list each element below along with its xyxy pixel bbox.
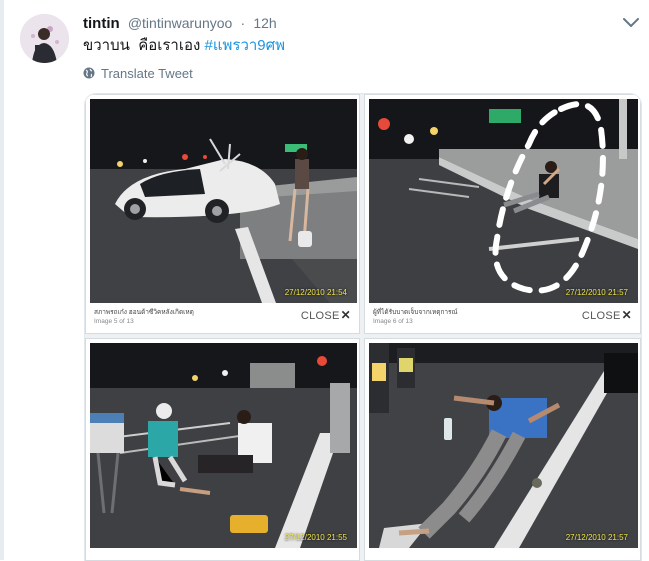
photo-counter: Image 6 of 13 <box>373 318 413 325</box>
tweet-timestamp[interactable]: 12h <box>253 15 276 31</box>
photo-timestamp: 27/12/2010 21:55 <box>284 533 347 542</box>
photo-caption: ผู้ที่ได้รับบาดเจ็บจากเหตุการณ์ <box>373 309 458 316</box>
media-photo-3[interactable]: 27/12/2010 21:55 <box>85 338 360 561</box>
avatar-image <box>20 14 69 63</box>
tweet-body: ขวาบน คือเราเอง <box>83 37 205 54</box>
photo-injured-sitting: 27/12/2010 21:57 <box>369 99 638 303</box>
photo-timestamp: 27/12/2010 21:57 <box>565 533 628 542</box>
close-x-icon: ✕ <box>340 308 351 322</box>
photo-car-wreck: 27/12/2010 21:54 <box>90 99 357 303</box>
display-name[interactable]: tintin <box>83 15 120 32</box>
tweet-media[interactable]: 27/12/2010 21:54 สภาพรถเก๋ง ฮอนด้าซีวิคห… <box>84 93 642 561</box>
profile-avatar[interactable] <box>20 14 69 63</box>
close-label: CLOSE <box>300 310 340 322</box>
close-label: CLOSE <box>581 310 621 322</box>
user-handle[interactable]: @tintinwarunyoo <box>128 15 233 31</box>
tweet-text: ขวาบน คือเราเอง #แพรวา9ศพ <box>83 36 285 56</box>
media-photo-4[interactable]: 27/12/2010 21:57 <box>364 338 641 561</box>
globe-icon <box>83 67 95 79</box>
chevron-down-icon[interactable] <box>622 16 640 30</box>
photo-timestamp: 27/12/2010 21:57 <box>565 288 628 297</box>
translate-label: Translate Tweet <box>101 65 193 81</box>
photo-counter: Image 5 of 13 <box>94 318 134 325</box>
close-x-icon: ✕ <box>621 308 632 322</box>
hashtag-link[interactable]: #แพรวา9ศพ <box>205 37 286 54</box>
photo-timestamp: 27/12/2010 21:54 <box>284 288 347 297</box>
photo-victim-road: 27/12/2010 21:57 <box>369 343 638 548</box>
close-button[interactable]: CLOSE✕ <box>301 308 351 322</box>
timeline-left-rail <box>0 0 4 560</box>
photo-caption: สภาพรถเก๋ง ฮอนด้าซีวิคหลังเกิดเหตุ <box>94 309 194 316</box>
separator-dot: · <box>240 15 246 31</box>
photo-rescuers: 27/12/2010 21:55 <box>90 343 357 548</box>
tweet-header: tintin @tintinwarunyoo · 12h <box>83 14 277 33</box>
media-photo-1[interactable]: 27/12/2010 21:54 สภาพรถเก๋ง ฮอนด้าซีวิคห… <box>85 94 360 334</box>
close-button[interactable]: CLOSE✕ <box>582 308 632 322</box>
translate-tweet-link[interactable]: Translate Tweet <box>83 64 193 82</box>
media-photo-2[interactable]: 27/12/2010 21:57 ผู้ที่ได้รับบาดเจ็บจากเ… <box>364 94 641 334</box>
